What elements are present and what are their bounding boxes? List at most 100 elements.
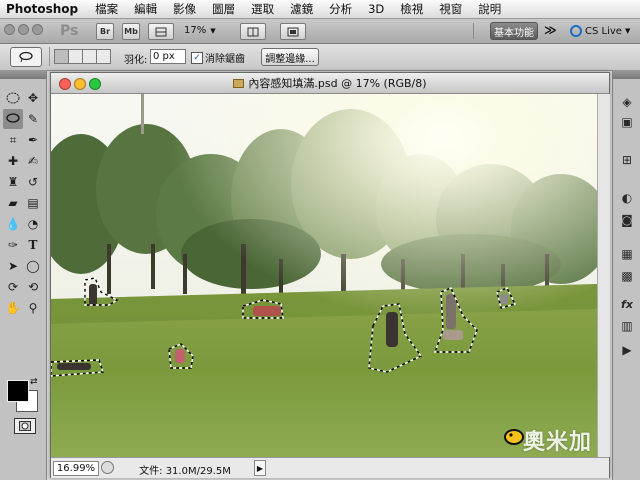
close-window-icon[interactable] [59,78,71,90]
menu-file[interactable]: 檔案 [87,1,126,17]
cs-live-label: CS Live [585,25,622,37]
hand-tool-icon[interactable]: ✋ [3,298,23,318]
menu-window[interactable]: 視窗 [431,1,470,17]
mac-menubar: Photoshop 檔案 編輯 影像 圖層 選取 濾鏡 分析 3D 檢視 視窗 … [0,0,640,19]
document-title: 內容感知填滿.psd @ 17% (RGB/8) [248,77,427,90]
quick-selection-tool-icon[interactable]: ✎ [23,109,43,129]
intersect-selection-icon[interactable] [96,49,111,64]
navigator-panel-icon[interactable]: ⊞ [619,152,635,168]
add-to-selection-icon[interactable] [68,49,83,64]
options-bar: 羽化: 0 px ✓ 消除鋸齒 調整邊緣... [0,44,640,71]
cs-live-button[interactable]: CS Live ▼ [570,23,630,39]
document-icon [233,78,245,88]
document-title-bar[interactable]: 內容感知填滿.psd @ 17% (RGB/8) [51,73,609,94]
brush-tool-icon[interactable]: ✍ [23,151,43,171]
eraser-tool-icon[interactable]: ▰ [3,193,23,213]
chevron-down-icon: ▼ [624,27,631,35]
zoom-icon[interactable] [32,24,43,35]
animation-panel-icon[interactable]: ▶ [619,342,635,358]
more-workspaces-button[interactable]: ≫ [544,23,557,37]
swap-colors-icon[interactable]: ⇄ [30,377,38,387]
channels-panel-icon[interactable]: ▣ [619,114,635,130]
image-canvas[interactable]: 奧米加 [51,94,597,457]
photo-park-scene [51,94,597,457]
arrange-documents-button[interactable] [240,23,266,40]
menu-help[interactable]: 說明 [470,1,509,17]
zoom-level-select[interactable]: 17% ▼ [184,23,230,38]
lasso-icon [19,51,33,63]
tools-panel: ✥ ✎ ⌗ ✒ ✚ ✍ ♜ ↺ ▰ ▤ 💧 ◔ ✑ T ➤ ◯ ⟳ ⟲ ✋ ⚲ … [0,70,47,480]
refine-edge-button[interactable]: 調整邊緣... [261,48,319,66]
layers-panel-icon[interactable]: ◈ [619,94,635,110]
status-file-size: 文件: 31.0M/29.5M [139,466,231,477]
status-info-icon[interactable] [101,461,114,474]
status-zoom-field[interactable]: 16.99% [53,461,99,476]
clone-stamp-tool-icon[interactable]: ♜ [3,172,23,192]
foreground-color-swatch[interactable] [7,380,29,402]
zoom-level-value: 17% [184,25,207,36]
launch-bridge-button[interactable]: Br [96,23,114,40]
history-panel-icon[interactable]: ▥ [619,318,635,334]
mini-bridge-button[interactable]: Mb [122,23,140,40]
close-icon[interactable] [4,24,15,35]
view-extras-button[interactable] [148,23,174,40]
zoom-tool-icon[interactable]: ⚲ [23,298,43,318]
panel-dock: ◈ ▣ ⊞ ◐ ◙ ▦ ▩ fx ▥ ▶ [612,70,640,480]
new-selection-icon[interactable] [54,49,69,64]
feather-label: 羽化: [124,55,148,66]
history-brush-tool-icon[interactable]: ↺ [23,172,43,192]
path-selection-tool-icon[interactable]: ➤ [3,256,23,276]
status-menu-arrow-icon[interactable]: ▶ [254,460,266,476]
screen-mode-button[interactable] [280,23,306,40]
checkbox-checked-icon: ✓ [191,51,203,64]
quick-mask-button[interactable] [14,418,36,434]
menu-layer[interactable]: 圖層 [204,1,243,17]
subtract-from-selection-icon[interactable] [82,49,97,64]
menu-image[interactable]: 影像 [165,1,204,17]
tools-panel-header[interactable] [0,70,46,79]
zoom-window-icon[interactable] [89,78,101,90]
swatches-panel-icon[interactable]: ▦ [619,246,635,262]
shape-tool-icon[interactable]: ◯ [23,256,43,276]
anti-alias-checkbox[interactable]: ✓ 消除鋸齒 [191,50,245,65]
eyedropper-tool-icon[interactable]: ✒ [23,130,43,150]
dodge-tool-icon[interactable]: ◔ [23,214,43,234]
menu-analysis[interactable]: 分析 [321,1,360,17]
blur-tool-icon[interactable]: 💧 [3,214,23,234]
3d-rotate-tool-icon[interactable]: ⟳ [3,277,23,297]
menu-filter[interactable]: 濾鏡 [282,1,321,17]
photoshop-logo: Ps [60,23,79,39]
masks-panel-icon[interactable]: ◙ [619,212,635,228]
menu-3d[interactable]: 3D [360,2,392,16]
divider [49,47,50,66]
pen-tool-icon[interactable]: ✑ [3,235,23,255]
lasso-tool-icon[interactable] [3,109,23,129]
styles-panel-icon[interactable]: ▩ [619,268,635,284]
gradient-tool-icon[interactable]: ▤ [23,193,43,213]
menu-edit[interactable]: 編輯 [126,1,165,17]
adjustments-panel-icon[interactable]: ◐ [619,190,635,206]
type-tool-icon[interactable]: T [23,235,43,255]
menu-select[interactable]: 選取 [243,1,282,17]
crop-tool-icon[interactable]: ⌗ [3,130,23,150]
feather-input[interactable]: 0 px [150,49,186,64]
document-window: 內容感知填滿.psd @ 17% (RGB/8) 奧米加 16.99% 文件: … [50,72,610,478]
move-tool-icon[interactable]: ✥ [23,88,43,108]
minimize-window-icon[interactable] [74,78,86,90]
marquee-tool-icon[interactable] [3,88,23,108]
watermark-text: 奧米加 [523,430,593,455]
vertical-scrollbar[interactable] [597,94,610,457]
tool-preset-picker[interactable] [10,47,42,67]
3d-orbit-tool-icon[interactable]: ⟲ [23,277,43,297]
application-bar: Ps Br Mb 17% ▼ 基本功能 ≫ CS Live ▼ [0,19,640,44]
dock-header[interactable] [613,70,640,79]
quick-mask-icon [19,421,31,431]
workspace-essentials-button[interactable]: 基本功能 [490,22,538,40]
menu-view[interactable]: 檢視 [392,1,431,17]
bird-logo-icon [504,429,524,445]
app-menu[interactable]: Photoshop [0,2,87,16]
spot-healing-tool-icon[interactable]: ✚ [3,151,23,171]
watermark-logo: 奧米加 [503,424,593,456]
minimize-icon[interactable] [18,24,29,35]
actions-panel-icon[interactable]: fx [619,296,635,312]
